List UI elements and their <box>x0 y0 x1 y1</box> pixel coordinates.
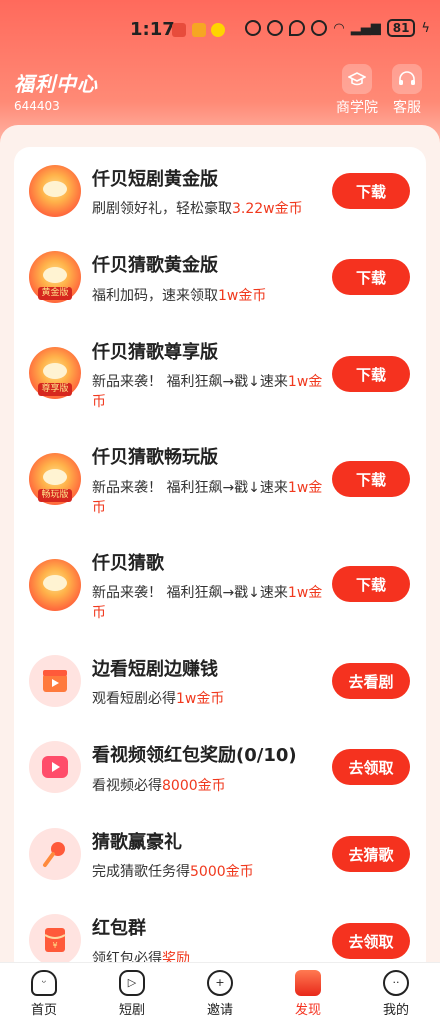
graduation-cap-icon <box>342 64 372 94</box>
task-list: 仟贝短剧黄金版 刷剧领好礼，轻松豪取3.22w金币 下载 黄金版 仟贝猜歌黄金版… <box>14 147 426 977</box>
clapperboard-icon <box>29 655 81 707</box>
shell-app-icon <box>29 165 81 217</box>
customer-service-label: 客服 <box>393 100 421 116</box>
nav-home[interactable]: ᵕ 首页 <box>14 969 74 1018</box>
battery-icon: 81 <box>386 19 416 37</box>
nav-discover-label: 发现 <box>294 1002 321 1018</box>
download-button[interactable]: 下载 <box>332 461 410 497</box>
nav-drama[interactable]: ▷ 短剧 <box>102 969 162 1018</box>
task-desc: 刷剧领好礼，轻松豪取3.22w金币 <box>92 201 303 217</box>
title-area: 福利中心 644403 <box>14 68 98 113</box>
task-title: 仟贝猜歌黄金版 <box>92 255 218 276</box>
eye-icon <box>267 20 284 36</box>
shell-app-icon: 尊享版 <box>29 347 81 399</box>
watch-drama-button[interactable]: 去看剧 <box>332 663 410 699</box>
signal-icon: ▂▄▆ <box>350 20 381 36</box>
task-title: 看视频领红包奖励(0/10) <box>92 745 297 766</box>
user-id: 644403 <box>14 99 60 113</box>
claim-button[interactable]: 去领取 <box>332 923 410 959</box>
content-panel: 仟贝短剧黄金版 刷剧领好礼，轻松豪取3.22w金币 下载 黄金版 仟贝猜歌黄金版… <box>0 125 440 985</box>
status-time: 1:17 <box>130 19 175 40</box>
task-desc: 看视频必得8000金币 <box>92 778 226 794</box>
task-title: 边看短剧边赚钱 <box>92 659 218 680</box>
top-actions: 商学院 客服 <box>336 64 422 117</box>
task-title: 仟贝猜歌 <box>92 553 164 574</box>
customer-service-button[interactable]: 客服 <box>392 64 422 117</box>
invite-icon: + <box>207 969 233 996</box>
claim-button[interactable]: 去领取 <box>332 749 410 785</box>
app-notification-icon <box>192 23 206 37</box>
nav-profile-label: 我的 <box>382 1002 409 1018</box>
nav-profile[interactable]: ·· 我的 <box>366 969 426 1018</box>
task-desc: 新品来袭！ 福利狂飙→戳↓速来1w金币 <box>92 480 323 516</box>
task-title: 猜歌赢豪礼 <box>92 832 182 853</box>
download-button[interactable]: 下载 <box>332 566 410 602</box>
location-icon <box>289 20 306 36</box>
shell-app-icon: 黄金版 <box>29 251 81 303</box>
charging-icon: ϟ <box>421 20 430 36</box>
nfc-icon <box>245 20 262 36</box>
task-desc: 观看短剧必得1w金币 <box>92 691 225 707</box>
task-desc: 新品来袭！ 福利狂飙→戳↓速来1w金币 <box>92 585 323 621</box>
app-tag: 尊享版 <box>38 383 72 396</box>
play-video-icon <box>29 741 81 793</box>
nav-invite-label: 邀请 <box>206 1002 233 1018</box>
discover-gift-icon <box>295 969 321 996</box>
profile-icon: ·· <box>383 969 409 996</box>
business-school-button[interactable]: 商学院 <box>336 64 378 117</box>
task-title: 仟贝猜歌畅玩版 <box>92 447 218 468</box>
download-button[interactable]: 下载 <box>332 259 410 295</box>
task-title: 仟贝短剧黄金版 <box>92 169 218 190</box>
shell-app-icon: 畅玩版 <box>29 453 81 505</box>
play-tv-icon: ▷ <box>119 969 145 996</box>
status-bar: 1:17 ◠ ▂▄▆ 81 ϟ <box>0 0 440 58</box>
nav-home-label: 首页 <box>30 1002 57 1018</box>
page-title: 福利中心 <box>14 72 98 96</box>
bottom-nav: ᵕ 首页 ▷ 短剧 + 邀请 发现 ·· 我的 <box>0 962 440 1024</box>
download-button[interactable]: 下载 <box>332 173 410 209</box>
headset-icon <box>392 64 422 94</box>
nav-drama-label: 短剧 <box>118 1002 145 1018</box>
star-icon <box>211 23 225 37</box>
app-tag: 黄金版 <box>38 287 72 300</box>
guess-song-button[interactable]: 去猜歌 <box>332 836 410 872</box>
app-tag: 畅玩版 <box>38 489 72 502</box>
task-desc: 福利加码，速来领取1w金币 <box>92 288 267 304</box>
mute-icon <box>311 20 328 36</box>
task-desc: 完成猜歌任务得5000金币 <box>92 864 254 880</box>
notification-icon <box>172 23 186 37</box>
status-icons: ◠ ▂▄▆ 81 ϟ <box>245 19 430 37</box>
home-icon: ᵕ <box>31 969 57 996</box>
wifi-icon: ◠ <box>333 20 345 36</box>
svg-text:¥: ¥ <box>52 941 57 950</box>
download-button[interactable]: 下载 <box>332 356 410 392</box>
task-title: 红包群 <box>92 918 146 939</box>
red-envelope-icon: ¥ <box>29 914 81 966</box>
shell-app-icon <box>29 559 81 611</box>
task-title: 仟贝猜歌尊享版 <box>92 342 218 363</box>
microphone-icon <box>29 828 81 880</box>
task-desc: 新品来袭！ 福利狂飙→戳↓速来1w金币 <box>92 374 323 410</box>
business-school-label: 商学院 <box>336 100 378 116</box>
nav-invite[interactable]: + 邀请 <box>190 969 250 1018</box>
nav-discover[interactable]: 发现 <box>278 969 338 1018</box>
